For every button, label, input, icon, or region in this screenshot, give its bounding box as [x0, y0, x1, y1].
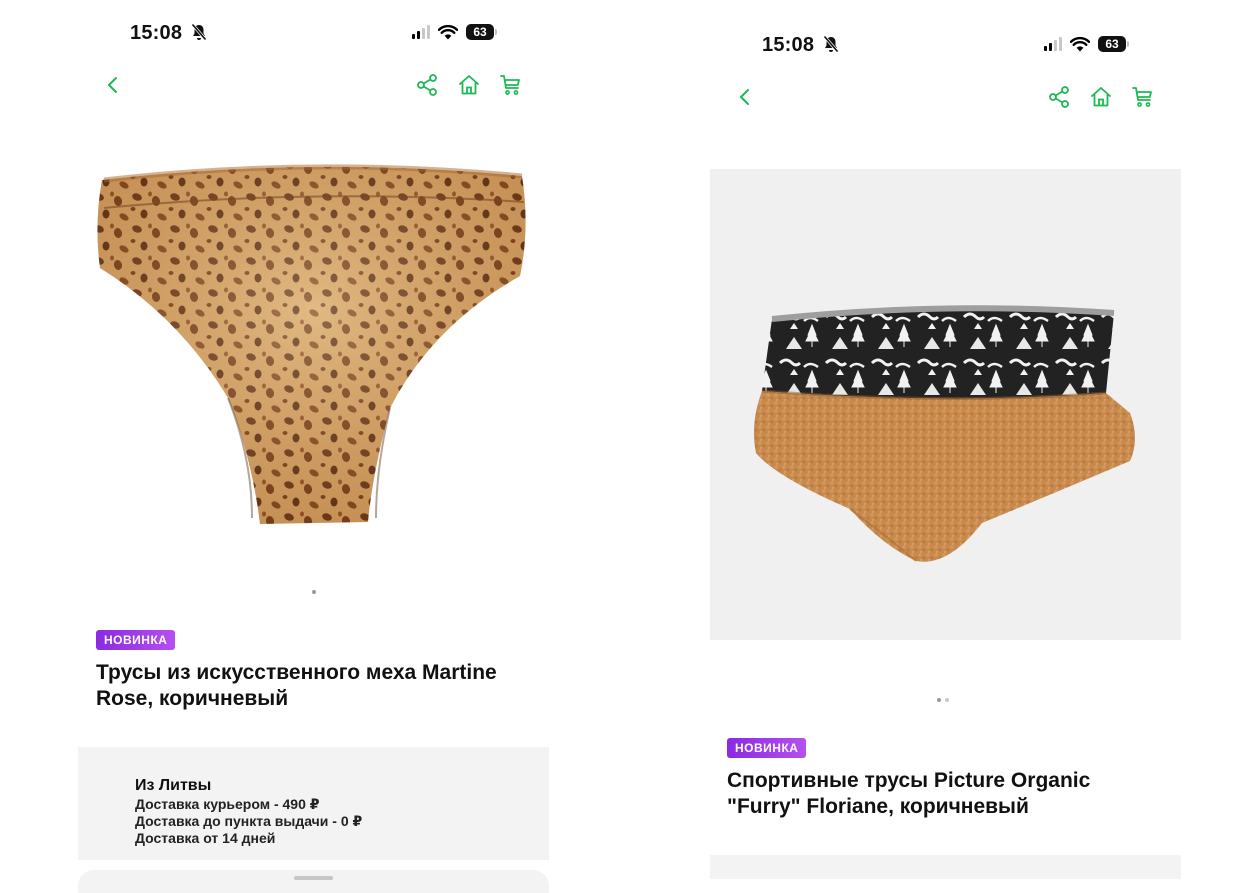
- nav-actions: [1047, 85, 1155, 109]
- product-screen-left: 15:08 63 НОВИНКА Трусы из искусственного…: [78, 0, 550, 893]
- share-icon[interactable]: [415, 73, 439, 97]
- share-icon[interactable]: [1047, 85, 1071, 109]
- status-bar: 15:08 63: [78, 20, 550, 50]
- product-image[interactable]: [710, 169, 1181, 640]
- bottom-sheet[interactable]: [78, 870, 549, 893]
- delivery-info-panel: [710, 855, 1181, 879]
- status-indicators: 63: [1044, 36, 1129, 52]
- status-bar: 15:08 63: [710, 32, 1182, 62]
- back-chevron-icon[interactable]: [738, 88, 752, 106]
- product-title: Спортивные трусы Picture Organic "Furry"…: [727, 769, 1091, 818]
- bell-slash-icon: [191, 23, 207, 41]
- status-indicators: 63: [412, 24, 497, 40]
- product-screen-right: 15:08 63 НОВИНКА Спортивные трусы Pictur…: [710, 0, 1182, 893]
- new-badge: НОВИНКА: [96, 630, 176, 650]
- cellular-icon: [412, 25, 430, 39]
- back-chevron-icon[interactable]: [106, 76, 120, 94]
- bell-slash-icon: [823, 35, 839, 53]
- delivery-courier: Доставка курьером - 490 ₽: [135, 796, 320, 812]
- carousel-dot[interactable]: [312, 590, 316, 594]
- new-badge: НОВИНКА: [727, 738, 807, 758]
- battery-icon: 63: [466, 24, 497, 40]
- nav-bar: [710, 80, 1182, 114]
- carousel-dots: [312, 590, 316, 594]
- battery-icon: 63: [1098, 36, 1129, 52]
- home-icon[interactable]: [1089, 85, 1113, 109]
- wifi-icon: [438, 24, 458, 39]
- product-image[interactable]: [92, 158, 532, 530]
- nav-bar: [78, 68, 550, 102]
- delivery-info-panel: Из Литвы Доставка курьером - 490 ₽ Доста…: [78, 747, 549, 860]
- carousel-dot[interactable]: [937, 698, 941, 702]
- nav-actions: [415, 73, 523, 97]
- product-title: Трусы из искусственного меха Martine Ros…: [96, 661, 497, 710]
- carousel-dot[interactable]: [945, 698, 949, 702]
- delivery-pickup: Доставка до пункта выдачи - 0 ₽: [135, 813, 363, 829]
- wifi-icon: [1070, 36, 1090, 51]
- cart-icon[interactable]: [499, 73, 523, 97]
- home-icon[interactable]: [457, 73, 481, 97]
- sheet-drag-handle[interactable]: [294, 876, 333, 880]
- status-time: 15:08: [762, 34, 839, 57]
- carousel-dots: [937, 698, 949, 702]
- cellular-icon: [1044, 37, 1062, 51]
- delivery-origin: Из Литвы: [135, 777, 212, 794]
- delivery-time: Доставка от 14 дней: [135, 830, 276, 846]
- cart-icon[interactable]: [1131, 85, 1155, 109]
- status-time: 15:08: [130, 22, 207, 45]
